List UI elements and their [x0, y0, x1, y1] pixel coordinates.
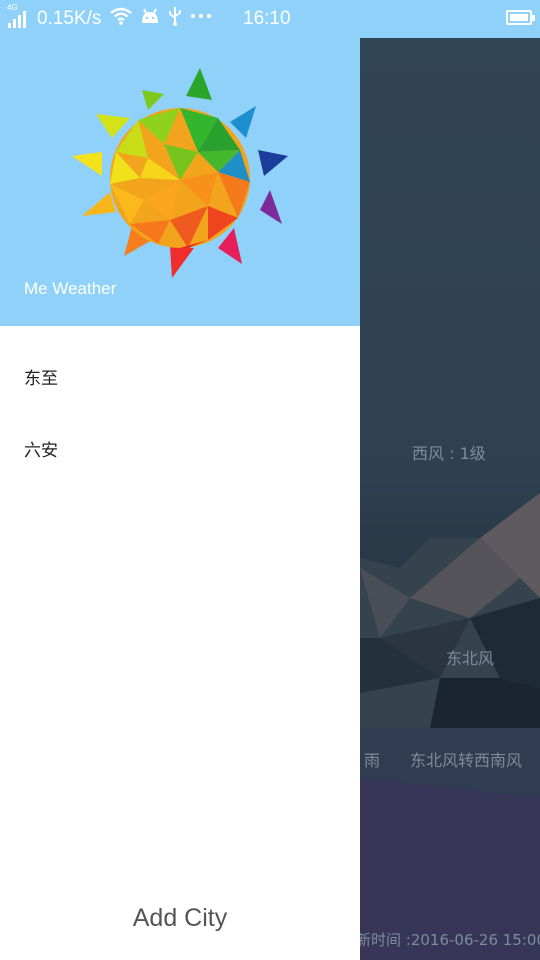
more-icon — [191, 14, 211, 18]
city-item[interactable]: 东至 — [0, 340, 360, 412]
network-speed: 0.15K/s — [37, 8, 102, 29]
add-city-button[interactable]: Add City — [0, 904, 360, 933]
wifi-icon — [110, 7, 132, 25]
clock: 16:10 — [243, 8, 291, 29]
status-bar: 4G 0.15K/s 16:10 — [0, 0, 540, 38]
sun-logo-icon — [72, 68, 288, 278]
wind-today: 西风 : 1级 — [412, 444, 486, 463]
weather-forecast-3: 雨 — [364, 751, 381, 770]
battery-icon — [506, 10, 535, 25]
update-time: 新时间 :2016-06-26 15:00 — [356, 931, 540, 949]
app-title: Me Weather — [24, 279, 117, 298]
drawer-header: Me Weather — [0, 38, 360, 326]
signal-icon — [8, 8, 28, 28]
wind-forecast-2: 东北风 — [446, 649, 495, 668]
usb-icon — [169, 7, 181, 26]
navigation-drawer: Me Weather 东至 六安 Add City — [0, 38, 360, 960]
city-item[interactable]: 六安 — [0, 412, 360, 484]
city-list: 东至 六安 — [0, 326, 360, 484]
wind-forecast-3: 东北风转西南风 — [410, 751, 523, 770]
android-icon — [142, 8, 158, 23]
